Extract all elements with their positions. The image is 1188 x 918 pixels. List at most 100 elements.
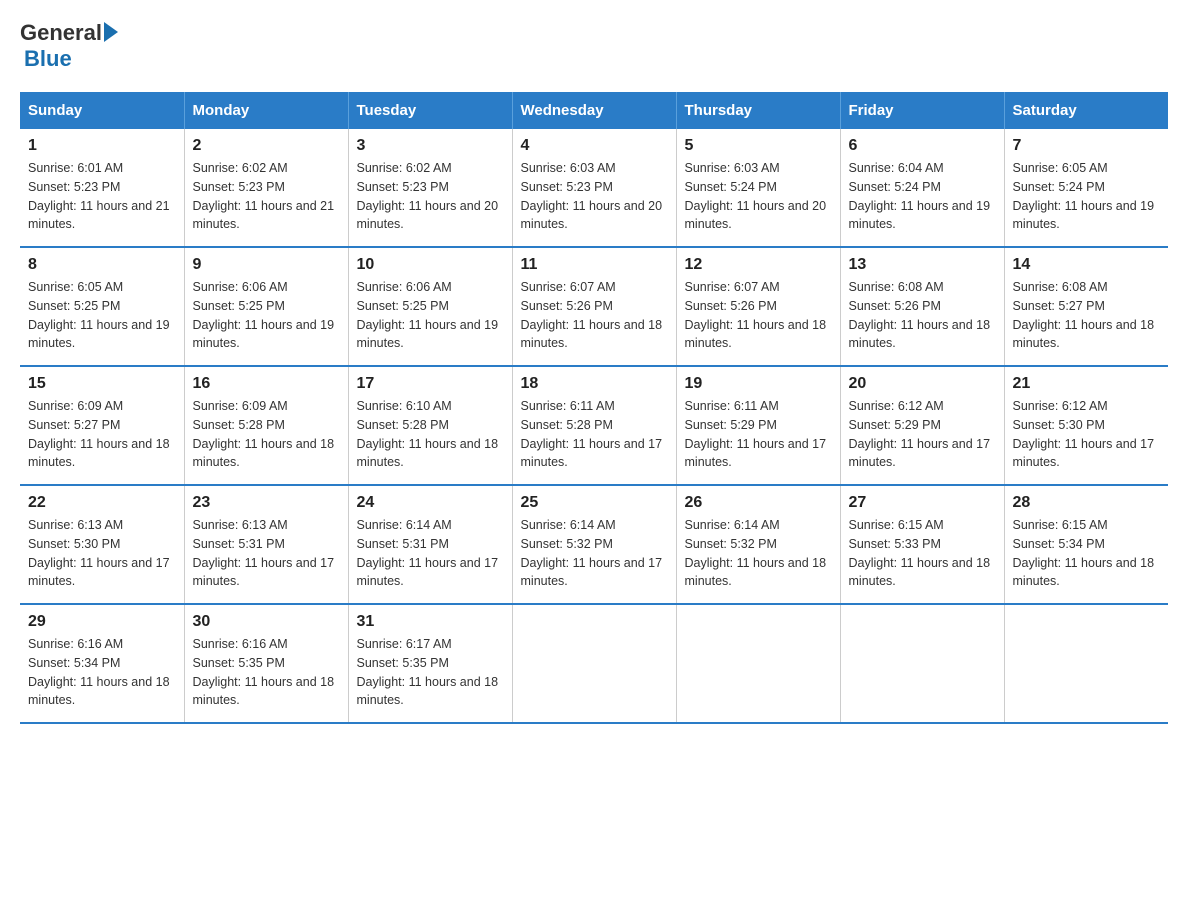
day-number: 28 [1013,494,1161,512]
calendar-week-row: 15 Sunrise: 6:09 AMSunset: 5:27 PMDaylig… [20,366,1168,485]
day-number: 19 [685,375,832,393]
header-row: Sunday Monday Tuesday Wednesday Thursday… [20,92,1168,129]
calendar-cell: 18 Sunrise: 6:11 AMSunset: 5:28 PMDaylig… [512,366,676,485]
calendar-cell: 21 Sunrise: 6:12 AMSunset: 5:30 PMDaylig… [1004,366,1168,485]
day-number: 23 [193,494,340,512]
logo-blue-text: Blue [24,46,72,72]
day-info: Sunrise: 6:03 AMSunset: 5:23 PMDaylight:… [521,159,668,234]
calendar-cell: 25 Sunrise: 6:14 AMSunset: 5:32 PMDaylig… [512,485,676,604]
calendar-cell: 27 Sunrise: 6:15 AMSunset: 5:33 PMDaylig… [840,485,1004,604]
calendar-cell [840,604,1004,723]
col-tuesday: Tuesday [348,92,512,129]
col-friday: Friday [840,92,1004,129]
day-info: Sunrise: 6:03 AMSunset: 5:24 PMDaylight:… [685,159,832,234]
calendar-cell: 17 Sunrise: 6:10 AMSunset: 5:28 PMDaylig… [348,366,512,485]
day-info: Sunrise: 6:15 AMSunset: 5:34 PMDaylight:… [1013,516,1161,591]
day-number: 15 [28,375,176,393]
day-info: Sunrise: 6:16 AMSunset: 5:35 PMDaylight:… [193,635,340,710]
day-info: Sunrise: 6:09 AMSunset: 5:27 PMDaylight:… [28,397,176,472]
calendar-cell: 5 Sunrise: 6:03 AMSunset: 5:24 PMDayligh… [676,129,840,247]
calendar-cell: 11 Sunrise: 6:07 AMSunset: 5:26 PMDaylig… [512,247,676,366]
day-info: Sunrise: 6:06 AMSunset: 5:25 PMDaylight:… [193,278,340,353]
day-number: 25 [521,494,668,512]
day-number: 1 [28,137,176,155]
calendar-week-row: 22 Sunrise: 6:13 AMSunset: 5:30 PMDaylig… [20,485,1168,604]
col-thursday: Thursday [676,92,840,129]
calendar-table: Sunday Monday Tuesday Wednesday Thursday… [20,92,1168,724]
logo-general-text: General [20,20,102,46]
calendar-week-row: 29 Sunrise: 6:16 AMSunset: 5:34 PMDaylig… [20,604,1168,723]
page-header: General Blue [20,20,1168,72]
calendar-cell: 14 Sunrise: 6:08 AMSunset: 5:27 PMDaylig… [1004,247,1168,366]
calendar-cell: 12 Sunrise: 6:07 AMSunset: 5:26 PMDaylig… [676,247,840,366]
day-info: Sunrise: 6:04 AMSunset: 5:24 PMDaylight:… [849,159,996,234]
calendar-week-row: 8 Sunrise: 6:05 AMSunset: 5:25 PMDayligh… [20,247,1168,366]
day-info: Sunrise: 6:01 AMSunset: 5:23 PMDaylight:… [28,159,176,234]
calendar-cell: 1 Sunrise: 6:01 AMSunset: 5:23 PMDayligh… [20,129,184,247]
day-info: Sunrise: 6:12 AMSunset: 5:30 PMDaylight:… [1013,397,1161,472]
calendar-cell: 28 Sunrise: 6:15 AMSunset: 5:34 PMDaylig… [1004,485,1168,604]
calendar-cell: 31 Sunrise: 6:17 AMSunset: 5:35 PMDaylig… [348,604,512,723]
calendar-body: 1 Sunrise: 6:01 AMSunset: 5:23 PMDayligh… [20,129,1168,723]
day-info: Sunrise: 6:14 AMSunset: 5:32 PMDaylight:… [685,516,832,591]
day-info: Sunrise: 6:11 AMSunset: 5:29 PMDaylight:… [685,397,832,472]
calendar-cell: 10 Sunrise: 6:06 AMSunset: 5:25 PMDaylig… [348,247,512,366]
day-number: 20 [849,375,996,393]
day-number: 4 [521,137,668,155]
calendar-cell [676,604,840,723]
logo-arrow-icon [104,22,118,42]
day-info: Sunrise: 6:14 AMSunset: 5:32 PMDaylight:… [521,516,668,591]
day-info: Sunrise: 6:16 AMSunset: 5:34 PMDaylight:… [28,635,176,710]
calendar-cell: 3 Sunrise: 6:02 AMSunset: 5:23 PMDayligh… [348,129,512,247]
day-info: Sunrise: 6:13 AMSunset: 5:31 PMDaylight:… [193,516,340,591]
calendar-cell: 6 Sunrise: 6:04 AMSunset: 5:24 PMDayligh… [840,129,1004,247]
day-number: 11 [521,256,668,274]
day-number: 13 [849,256,996,274]
day-info: Sunrise: 6:06 AMSunset: 5:25 PMDaylight:… [357,278,504,353]
day-info: Sunrise: 6:05 AMSunset: 5:24 PMDaylight:… [1013,159,1161,234]
calendar-cell: 2 Sunrise: 6:02 AMSunset: 5:23 PMDayligh… [184,129,348,247]
day-number: 18 [521,375,668,393]
day-number: 30 [193,613,340,631]
col-saturday: Saturday [1004,92,1168,129]
day-number: 22 [28,494,176,512]
day-info: Sunrise: 6:12 AMSunset: 5:29 PMDaylight:… [849,397,996,472]
calendar-cell: 26 Sunrise: 6:14 AMSunset: 5:32 PMDaylig… [676,485,840,604]
day-info: Sunrise: 6:15 AMSunset: 5:33 PMDaylight:… [849,516,996,591]
calendar-cell [1004,604,1168,723]
day-number: 12 [685,256,832,274]
day-info: Sunrise: 6:17 AMSunset: 5:35 PMDaylight:… [357,635,504,710]
calendar-cell: 8 Sunrise: 6:05 AMSunset: 5:25 PMDayligh… [20,247,184,366]
col-wednesday: Wednesday [512,92,676,129]
day-number: 8 [28,256,176,274]
day-number: 7 [1013,137,1161,155]
calendar-cell: 4 Sunrise: 6:03 AMSunset: 5:23 PMDayligh… [512,129,676,247]
day-number: 21 [1013,375,1161,393]
day-info: Sunrise: 6:08 AMSunset: 5:26 PMDaylight:… [849,278,996,353]
day-info: Sunrise: 6:11 AMSunset: 5:28 PMDaylight:… [521,397,668,472]
calendar-cell: 9 Sunrise: 6:06 AMSunset: 5:25 PMDayligh… [184,247,348,366]
day-number: 31 [357,613,504,631]
col-sunday: Sunday [20,92,184,129]
calendar-cell: 7 Sunrise: 6:05 AMSunset: 5:24 PMDayligh… [1004,129,1168,247]
day-number: 16 [193,375,340,393]
day-info: Sunrise: 6:10 AMSunset: 5:28 PMDaylight:… [357,397,504,472]
calendar-cell: 13 Sunrise: 6:08 AMSunset: 5:26 PMDaylig… [840,247,1004,366]
calendar-cell: 30 Sunrise: 6:16 AMSunset: 5:35 PMDaylig… [184,604,348,723]
col-monday: Monday [184,92,348,129]
day-number: 17 [357,375,504,393]
day-number: 26 [685,494,832,512]
logo: General Blue [20,20,122,72]
calendar-cell: 15 Sunrise: 6:09 AMSunset: 5:27 PMDaylig… [20,366,184,485]
calendar-week-row: 1 Sunrise: 6:01 AMSunset: 5:23 PMDayligh… [20,129,1168,247]
day-number: 27 [849,494,996,512]
day-number: 3 [357,137,504,155]
day-number: 5 [685,137,832,155]
day-number: 24 [357,494,504,512]
day-info: Sunrise: 6:02 AMSunset: 5:23 PMDaylight:… [357,159,504,234]
day-number: 2 [193,137,340,155]
day-info: Sunrise: 6:09 AMSunset: 5:28 PMDaylight:… [193,397,340,472]
day-info: Sunrise: 6:05 AMSunset: 5:25 PMDaylight:… [28,278,176,353]
calendar-cell: 22 Sunrise: 6:13 AMSunset: 5:30 PMDaylig… [20,485,184,604]
day-number: 29 [28,613,176,631]
